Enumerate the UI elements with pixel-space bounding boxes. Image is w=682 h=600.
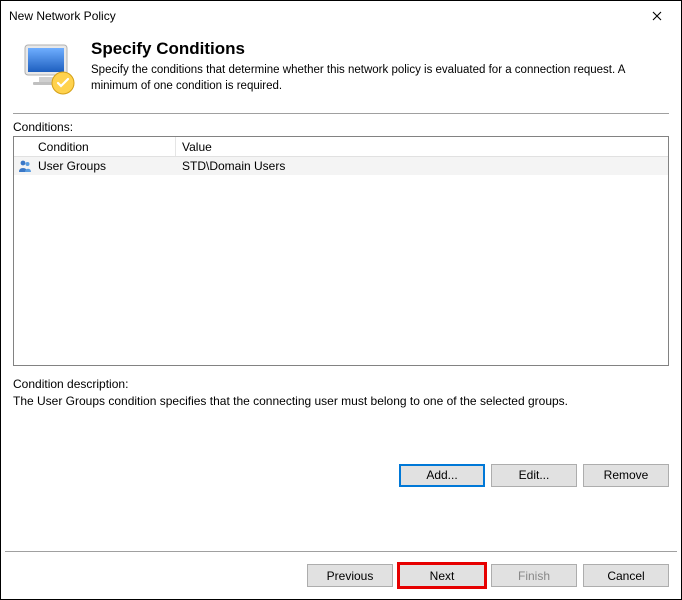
user-groups-icon xyxy=(18,159,32,173)
next-button[interactable]: Next xyxy=(399,564,485,587)
condition-value: STD\Domain Users xyxy=(176,159,668,173)
conditions-list[interactable]: Condition Value User Groups STD\Domain U… xyxy=(13,136,669,366)
window-title: New Network Policy xyxy=(9,9,637,23)
page-title: Specify Conditions xyxy=(91,39,663,59)
wizard-header-icon xyxy=(19,39,79,99)
close-icon xyxy=(652,11,662,21)
add-button[interactable]: Add... xyxy=(399,464,485,487)
wizard-header: Specify Conditions Specify the condition… xyxy=(1,31,681,113)
conditions-label: Conditions: xyxy=(1,120,681,136)
condition-row[interactable]: User Groups STD\Domain Users xyxy=(14,157,668,175)
condition-name: User Groups xyxy=(36,159,176,173)
condition-description-area: Condition description: The User Groups c… xyxy=(1,366,681,414)
separator xyxy=(13,113,669,114)
condition-description-text: The User Groups condition specifies that… xyxy=(13,393,669,410)
edit-button[interactable]: Edit... xyxy=(491,464,577,487)
conditions-header: Condition Value xyxy=(14,137,668,157)
close-button[interactable] xyxy=(637,3,677,29)
wizard-buttons: Previous Next Finish Cancel xyxy=(1,552,681,599)
title-bar: New Network Policy xyxy=(1,1,681,31)
condition-description-label: Condition description: xyxy=(13,376,669,393)
cancel-button[interactable]: Cancel xyxy=(583,564,669,587)
page-subtitle: Specify the conditions that determine wh… xyxy=(91,63,663,94)
remove-button[interactable]: Remove xyxy=(583,464,669,487)
previous-button[interactable]: Previous xyxy=(307,564,393,587)
finish-button[interactable]: Finish xyxy=(491,564,577,587)
column-value[interactable]: Value xyxy=(176,137,668,156)
column-condition[interactable]: Condition xyxy=(36,137,176,156)
